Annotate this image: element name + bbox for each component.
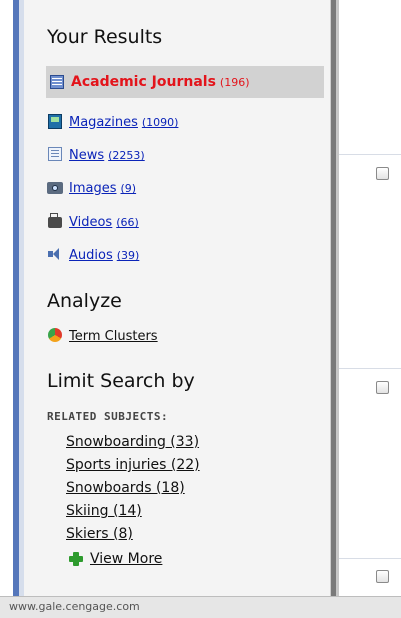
result-type-news[interactable]: News (2253) (47, 140, 145, 167)
result-type-audios[interactable]: Audios (39) (47, 240, 139, 267)
your-results-heading: Your Results (47, 26, 163, 48)
videos-link[interactable]: Videos (66) (69, 211, 139, 230)
related-subject-link[interactable]: Snowboards (18) (66, 480, 185, 496)
camera-icon (47, 179, 63, 195)
related-subject-link[interactable]: Skiing (14) (66, 503, 142, 519)
plus-icon (68, 551, 84, 567)
term-clusters-label: Term Clusters (69, 329, 158, 344)
images-link[interactable]: Images (9) (69, 177, 136, 196)
view-more-label: View More (90, 551, 163, 567)
result-select-checkbox[interactable] (376, 167, 389, 180)
related-subjects-label: RELATED SUBJECTS: (47, 410, 169, 423)
limit-search-heading: Limit Search by (47, 370, 195, 392)
term-clusters-icon (47, 327, 63, 343)
related-subject-link[interactable]: Sports injuries (22) (66, 457, 200, 473)
status-bar: www.gale.cengage.com (0, 596, 401, 618)
result-type-label: Images (69, 181, 117, 196)
result-select-checkbox[interactable] (376, 381, 389, 394)
result-select-checkbox[interactable] (376, 570, 389, 583)
result-type-count: (66) (116, 216, 139, 229)
journal-icon (49, 74, 65, 90)
related-subject-link[interactable]: Snowboarding (33) (66, 434, 199, 450)
result-type-images[interactable]: Images (9) (47, 173, 136, 200)
news-icon (47, 146, 63, 162)
result-row-separator (339, 558, 401, 559)
analyze-heading: Analyze (47, 290, 122, 312)
news-link[interactable]: News (2253) (69, 144, 145, 163)
magazines-link[interactable]: Magazines (1090) (69, 111, 178, 130)
result-type-magazines[interactable]: Magazines (1090) (47, 107, 178, 134)
results-pane (339, 0, 401, 596)
result-type-count: (1090) (141, 116, 179, 129)
result-type-label: Videos (69, 215, 113, 230)
frame-edge (0, 0, 13, 596)
status-bar-url: www.gale.cengage.com (9, 600, 140, 613)
result-type-academic-journals[interactable]: Academic Journals (196) (46, 66, 324, 98)
result-type-label: News (69, 148, 105, 163)
result-type-count: (9) (120, 182, 137, 195)
video-camera-icon (47, 212, 63, 229)
magazine-icon (47, 113, 63, 129)
result-type-count: (39) (116, 249, 140, 262)
result-type-label: Magazines (69, 115, 138, 130)
result-type-label: Audios (69, 248, 113, 263)
page: Your Results Academic Journals (196) Mag… (0, 0, 401, 618)
term-clusters-link[interactable]: Term Clusters (69, 325, 158, 344)
term-clusters-item[interactable]: Term Clusters (47, 321, 158, 348)
result-row-separator (339, 368, 401, 369)
result-type-count: (196) (219, 75, 250, 89)
related-subject-link[interactable]: Skiers (8) (66, 526, 133, 542)
result-type-label: Academic Journals (71, 74, 216, 90)
audios-link[interactable]: Audios (39) (69, 244, 139, 263)
result-type-videos[interactable]: Videos (66) (47, 207, 139, 234)
result-type-count: (2253) (108, 149, 145, 162)
speaker-icon (47, 246, 63, 262)
result-row-separator (339, 154, 401, 155)
view-more-link[interactable]: View More (68, 551, 162, 567)
